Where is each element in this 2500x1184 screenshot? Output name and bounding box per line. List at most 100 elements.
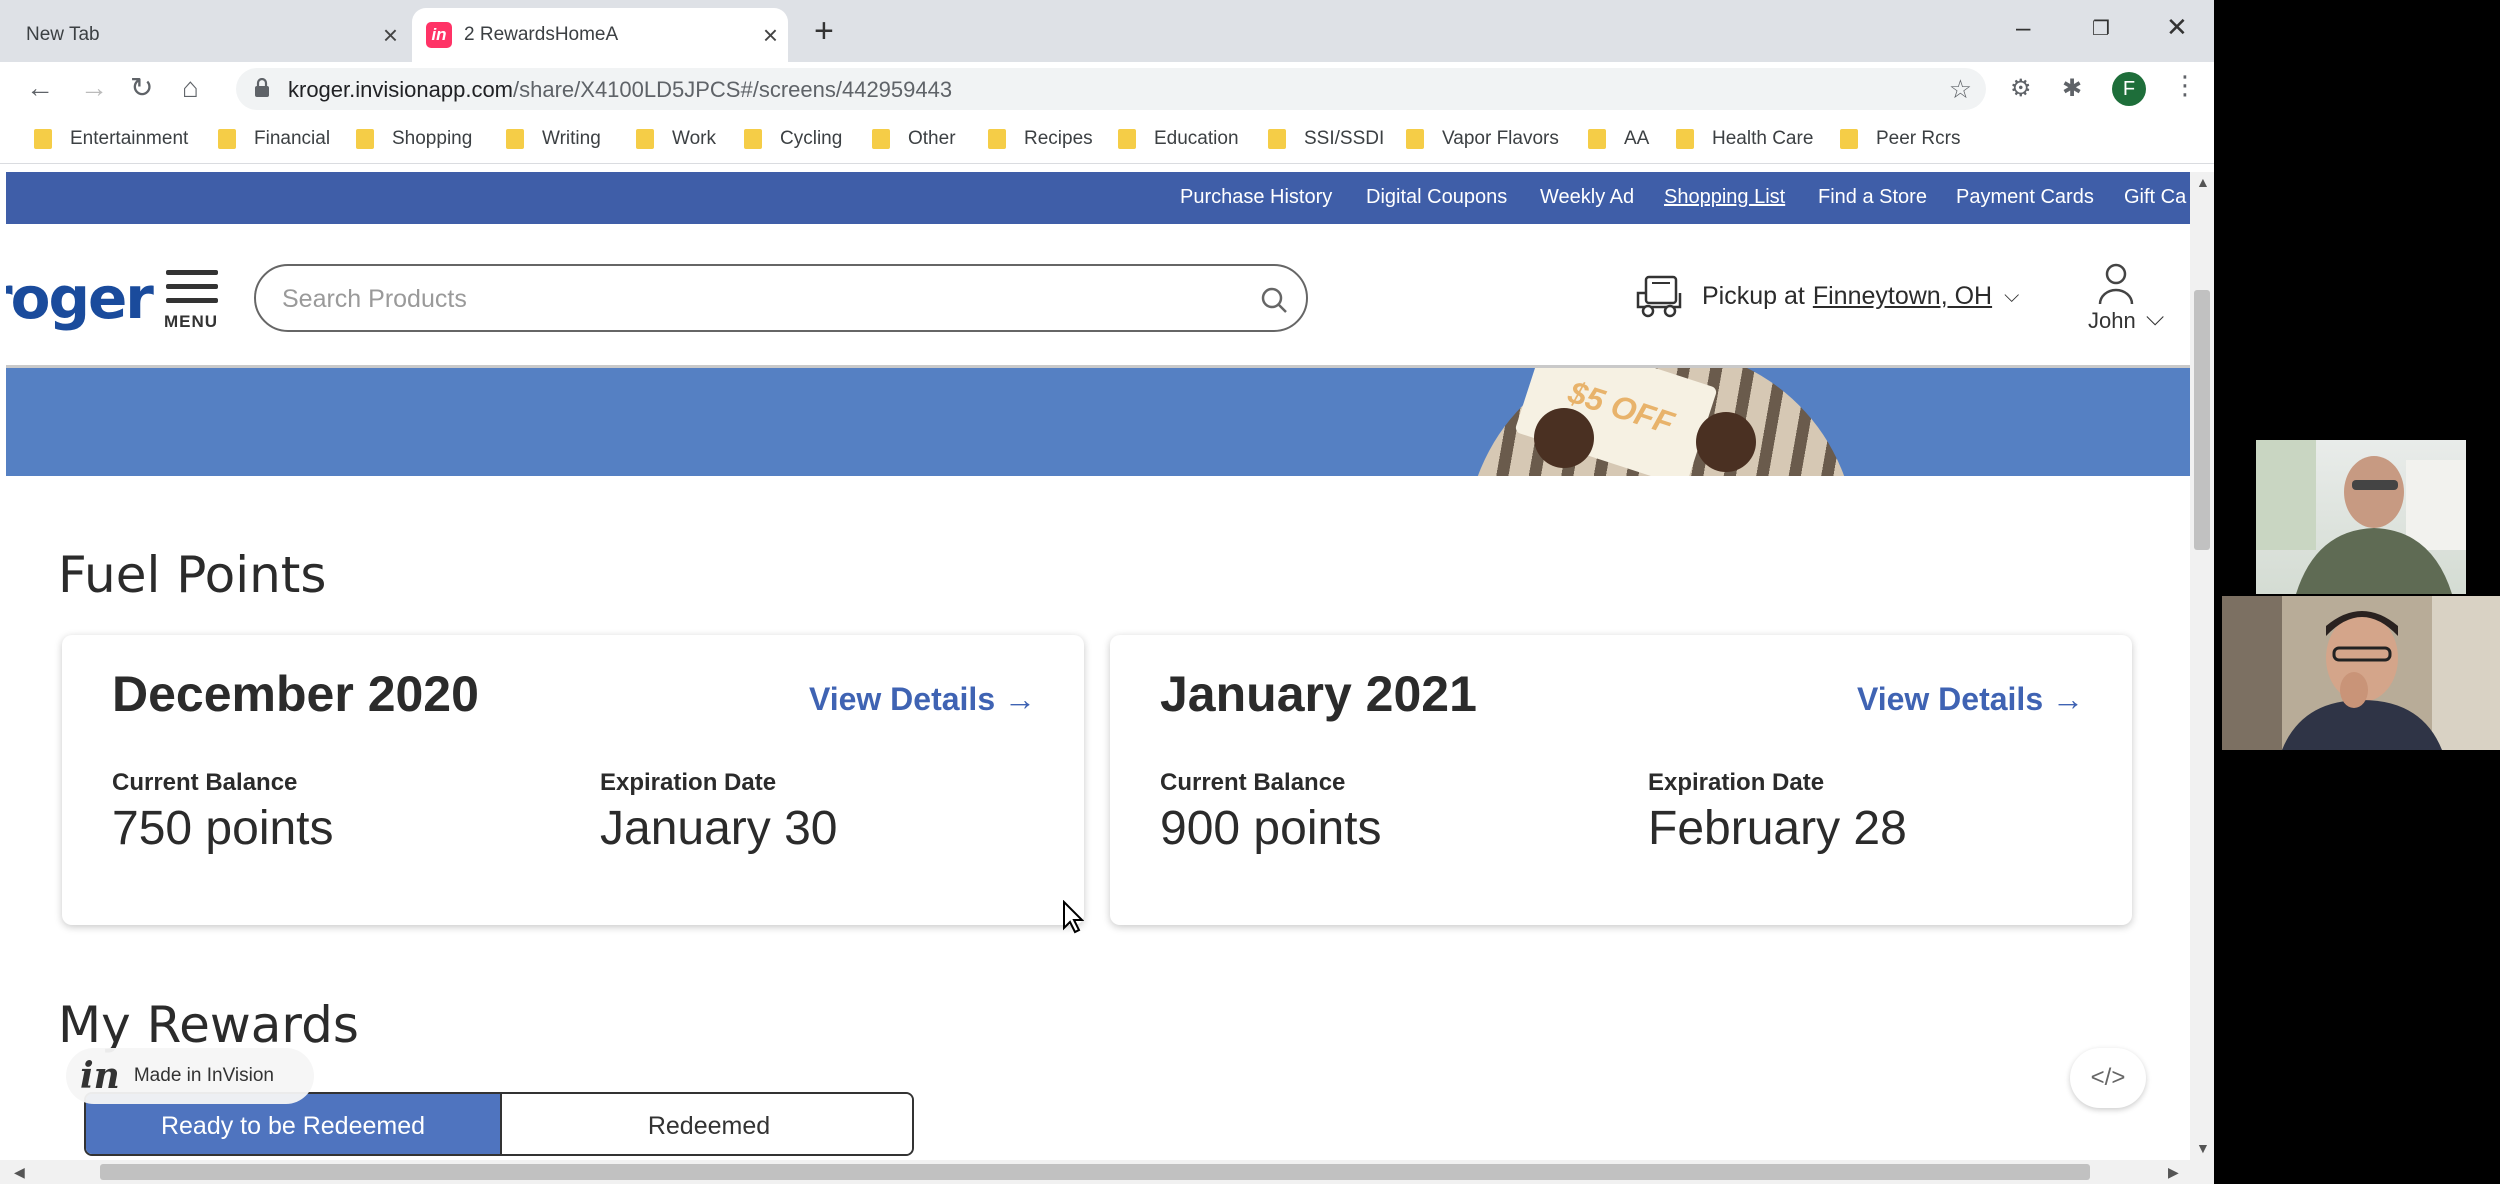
chevron-down-icon: ⌵ — [2146, 304, 2165, 331]
folder-icon — [1406, 129, 1424, 149]
hand-image — [1696, 412, 1756, 472]
tab-strip: New Tab × in 2 RewardsHomeA × + – ❐ ✕ — [0, 0, 2214, 62]
kroger-logo[interactable]: roger — [6, 264, 154, 332]
bookmark-recipes[interactable]: Recipes — [988, 128, 1093, 150]
search-input[interactable] — [282, 282, 1182, 316]
site-header: roger MENU — [6, 224, 2190, 368]
bookmark-label: Recipes — [1024, 128, 1093, 149]
bookmark-label: AA — [1624, 128, 1650, 149]
url-domain: kroger.invisionapp.com — [288, 77, 514, 102]
fuel-points-card: January 2021 View Details → Current Bala… — [1110, 635, 2132, 925]
account-menu[interactable]: John ⌵ — [2078, 262, 2188, 342]
bookmark-label: Education — [1154, 128, 1239, 149]
balance-value: 750 points — [112, 802, 334, 855]
bookmark-shopping[interactable]: Shopping — [356, 128, 472, 150]
bookmark-education[interactable]: Education — [1118, 128, 1239, 150]
folder-icon — [1676, 129, 1694, 149]
back-arrow-icon[interactable]: ← — [26, 72, 54, 104]
horizontal-scrollbar[interactable]: ◀ ▶ — [0, 1160, 2214, 1184]
fuel-points-card: December 2020 View Details → Current Bal… — [62, 635, 1084, 925]
bookmark-ssi-ssdi[interactable]: SSI/SSDI — [1268, 128, 1384, 150]
hand-image — [1534, 408, 1594, 468]
folder-icon — [506, 129, 524, 149]
bookmark-label: Peer Rcrs — [1876, 128, 1961, 149]
view-details-link[interactable]: View Details → — [1857, 681, 2084, 718]
scrollbar-thumb[interactable] — [2194, 290, 2210, 550]
bookmark-star-icon[interactable]: ☆ — [1949, 74, 1972, 105]
bookmark-writing[interactable]: Writing — [506, 128, 601, 150]
bookmark-health-care[interactable]: Health Care — [1676, 128, 1813, 150]
tab-title: New Tab — [26, 24, 100, 45]
folder-icon — [1268, 129, 1286, 149]
close-tab-icon[interactable]: × — [763, 22, 778, 48]
tab-redeemed[interactable]: Redeemed — [500, 1094, 912, 1154]
utility-nav-bar: Purchase History Digital Coupons Weekly … — [6, 172, 2190, 224]
digital-coupons-link[interactable]: Digital Coupons — [1366, 186, 1507, 209]
close-tab-icon[interactable]: × — [383, 22, 398, 48]
bookmark-cycling[interactable]: Cycling — [744, 128, 842, 150]
kebab-menu-icon[interactable]: ⋮ — [2172, 70, 2198, 101]
new-tab-plus-icon[interactable]: + — [814, 14, 834, 48]
url-text: kroger.invisionapp.com/share/X4100LD5JPC… — [288, 77, 952, 103]
folder-icon — [356, 129, 374, 149]
address-bar[interactable]: kroger.invisionapp.com/share/X4100LD5JPC… — [236, 68, 1986, 110]
browser-tab-new-tab[interactable]: New Tab × — [8, 8, 408, 62]
bookmark-label: Writing — [542, 128, 601, 149]
bookmark-work[interactable]: Work — [636, 128, 716, 150]
puzzle-extensions-icon[interactable]: ✱ — [2062, 74, 2082, 103]
bookmark-financial[interactable]: Financial — [218, 128, 330, 150]
bookmark-peer-rcrs[interactable]: Peer Rcrs — [1840, 128, 1960, 150]
extension-icon[interactable]: ⚙ — [2010, 74, 2032, 103]
close-window-icon[interactable]: ✕ — [2166, 12, 2188, 42]
home-icon[interactable]: ⌂ — [182, 72, 199, 104]
scroll-left-arrow-icon[interactable]: ◀ — [14, 1164, 25, 1181]
find-a-store-link[interactable]: Find a Store — [1818, 186, 1927, 209]
payment-cards-link[interactable]: Payment Cards — [1956, 186, 2094, 209]
bookmarks-bar: Entertainment Financial Shopping Writing… — [0, 116, 2214, 164]
scroll-down-arrow-icon[interactable]: ▼ — [2196, 1140, 2210, 1156]
bookmark-vapor-flavors[interactable]: Vapor Flavors — [1406, 128, 1559, 150]
pickup-location-link[interactable]: Finneytown, OH — [1813, 282, 1992, 311]
menu-button[interactable]: MENU — [160, 266, 222, 331]
minimize-icon[interactable]: – — [2016, 12, 2030, 42]
scroll-right-arrow-icon[interactable]: ▶ — [2168, 1164, 2179, 1181]
folder-icon — [636, 129, 654, 149]
video-participant-2 — [2222, 596, 2500, 750]
vertical-scrollbar[interactable]: ▲ ▼ — [2190, 172, 2214, 1162]
scrollbar-thumb[interactable] — [100, 1164, 2090, 1180]
balance-label: Current Balance — [1160, 769, 1346, 796]
gift-cards-link[interactable]: Gift Ca — [2124, 186, 2186, 209]
reload-icon[interactable]: ↻ — [130, 72, 153, 104]
expiration-label: Expiration Date — [600, 769, 777, 796]
purchase-history-link[interactable]: Purchase History — [1180, 186, 1332, 209]
made-in-invision-badge[interactable]: in Made in InVision — [66, 1048, 314, 1104]
pickup-location-selector[interactable]: Pickup at Finneytown, OH ⌵ — [1634, 266, 2019, 326]
bookmark-label: Shopping — [392, 128, 473, 149]
bookmark-label: Vapor Flavors — [1442, 128, 1559, 149]
search-icon[interactable] — [1260, 286, 1288, 314]
restore-icon[interactable]: ❐ — [2092, 14, 2110, 44]
bookmark-aa[interactable]: AA — [1588, 128, 1649, 150]
bookmark-other[interactable]: Other — [872, 128, 956, 150]
profile-avatar[interactable]: F — [2112, 72, 2146, 106]
kroger-rewards-page: Purchase History Digital Coupons Weekly … — [6, 172, 2190, 1172]
shopping-list-link[interactable]: Shopping List — [1664, 186, 1785, 209]
invision-logo-icon: in — [80, 1055, 120, 1097]
inspect-code-button[interactable]: </> — [2070, 1048, 2146, 1108]
scroll-up-arrow-icon[interactable]: ▲ — [2196, 174, 2210, 190]
view-details-link[interactable]: View Details → — [809, 681, 1036, 718]
weekly-ad-link[interactable]: Weekly Ad — [1540, 186, 1634, 209]
folder-icon — [988, 129, 1006, 149]
account-name: John — [2088, 308, 2136, 333]
invision-favicon-icon: in — [426, 22, 452, 48]
browser-tab-rewards[interactable]: in 2 RewardsHomeA × — [412, 8, 788, 62]
invision-badge-text: Made in InVision — [133, 1065, 274, 1086]
hero-banner: $5 OFF — [6, 368, 2190, 476]
forward-arrow-icon[interactable]: → — [80, 72, 108, 104]
address-toolbar: ← → ↻ ⌂ kroger.invisionapp.com/share/X41… — [0, 62, 2214, 116]
bookmark-label: Health Care — [1712, 128, 1814, 149]
folder-icon — [1118, 129, 1136, 149]
participant-image — [2222, 596, 2500, 750]
bookmark-entertainment[interactable]: Entertainment — [34, 128, 188, 150]
folder-icon — [34, 129, 52, 149]
